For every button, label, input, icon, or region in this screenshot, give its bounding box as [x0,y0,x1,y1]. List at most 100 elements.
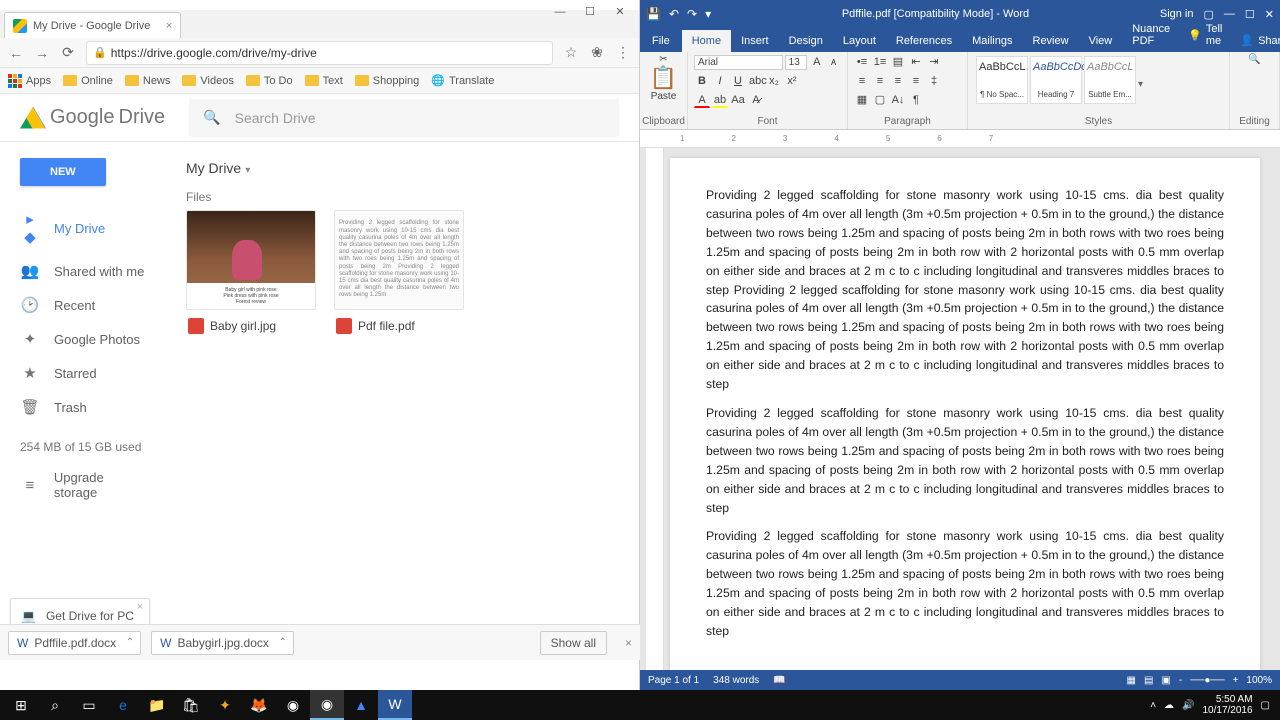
search-icon[interactable]: ⌕ [38,690,72,720]
clock[interactable]: 5:50 AM 10/17/2016 [1202,694,1252,716]
maximize-icon[interactable]: ☐ [575,2,605,22]
bookmark-translate[interactable]: 🌐Translate [431,74,494,87]
tab-insert[interactable]: Insert [731,30,779,52]
forward-icon[interactable]: → [34,45,50,61]
tab-layout[interactable]: Layout [833,30,886,52]
tab-close-icon[interactable]: × [166,20,172,32]
reload-icon[interactable]: ⟳ [60,44,76,61]
firefox-icon[interactable]: 🦊 [242,690,276,720]
bookmark-folder[interactable]: News [125,75,171,87]
start-button[interactable]: ⊞ [4,690,38,720]
sidebar-item-mydrive[interactable]: ▸ ◆My Drive [0,202,170,254]
grow-font-icon[interactable]: A [809,54,824,70]
onedrive-icon[interactable]: ☁ [1164,700,1174,711]
paste-button[interactable]: Paste [651,91,677,102]
save-icon[interactable]: 💾 [646,7,661,21]
download-item[interactable]: WPdffile.pdf.docx⌃ [8,631,141,655]
web-layout-icon[interactable]: ▣ [1161,675,1170,686]
breadcrumb[interactable]: My Drive▾ [186,154,623,190]
back-icon[interactable]: ← [8,45,24,61]
read-mode-icon[interactable]: ▦ [1126,675,1135,686]
find-icon[interactable]: 🔍 [1248,54,1260,65]
file-item[interactable]: Baby girl with pink rosePink dress with … [186,210,316,342]
new-button[interactable]: NEW [20,158,106,186]
multilevel-icon[interactable]: ▤ [890,54,906,70]
tab-nuance[interactable]: Nuance PDF [1122,18,1180,52]
clear-format-icon[interactable]: A̷ [748,92,764,108]
share-button[interactable]: 👤Share [1230,29,1280,52]
italic-button[interactable]: I [712,73,728,89]
shrink-font-icon[interactable]: ᴀ [826,54,841,70]
increase-indent-icon[interactable]: ⇥ [926,54,942,70]
align-center-icon[interactable]: ≡ [872,73,888,89]
page-status[interactable]: Page 1 of 1 [648,675,699,686]
justify-icon[interactable]: ≡ [908,73,924,89]
drive-logo[interactable]: Google Drive [20,106,165,129]
url-input[interactable]: 🔒 https://drive.google.com/drive/my-driv… [86,41,553,65]
sidebar-item-starred[interactable]: ★Starred [0,356,170,390]
volume-icon[interactable]: 🔊 [1182,700,1194,711]
styles-more-icon[interactable]: ▾ [1138,79,1143,90]
apps-button[interactable]: Apps [8,74,51,88]
font-size-select[interactable]: 13 [785,55,808,70]
paste-icon[interactable]: 📋 [650,65,677,90]
horizontal-ruler[interactable]: 1234567 [640,130,1280,148]
app-icon[interactable]: ✦ [208,690,242,720]
show-marks-icon[interactable]: ¶ [908,92,924,108]
sidebar-item-shared[interactable]: 👥Shared with me [0,254,170,288]
spellcheck-icon[interactable]: 📖 [773,675,785,686]
zoom-level[interactable]: 100% [1246,675,1272,686]
tab-view[interactable]: View [1079,30,1123,52]
sidebar-item-trash[interactable]: 🗑Trash [0,390,170,424]
subscript-button[interactable]: x₂ [766,73,782,89]
chrome-icon[interactable]: ◉ [310,690,344,720]
font-name-select[interactable]: Arial [694,55,783,70]
close-icon[interactable]: × [625,636,632,650]
cut-icon[interactable]: ✂ [659,54,667,65]
maximize-icon[interactable]: ☐ [1245,8,1255,21]
tell-me-input[interactable]: 💡Tell me [1180,18,1230,52]
notifications-icon[interactable]: ▢ [1261,700,1270,711]
chevron-up-icon[interactable]: ⌃ [279,637,287,648]
close-icon[interactable]: ✕ [605,2,635,22]
close-icon[interactable]: ✕ [1265,8,1274,21]
app-icon[interactable]: ▲ [344,690,378,720]
word-icon[interactable]: W [378,690,412,720]
zoom-slider[interactable]: ──●── [1190,675,1224,686]
tab-review[interactable]: Review [1023,30,1079,52]
minimize-icon[interactable]: — [545,2,575,22]
edge-icon[interactable]: e [106,690,140,720]
style-option[interactable]: AaBbCcLSubtle Em... [1084,56,1136,104]
superscript-button[interactable]: x² [784,73,800,89]
sidebar-item-recent[interactable]: 🕑Recent [0,288,170,322]
bookmark-folder[interactable]: To Do [246,75,293,87]
undo-icon[interactable]: ↶ [669,7,679,21]
store-icon[interactable]: 🛍 [174,690,208,720]
numbering-icon[interactable]: 1≡ [872,54,888,70]
underline-button[interactable]: U [730,73,746,89]
tab-file[interactable]: File [640,30,682,52]
chevron-up-icon[interactable]: ⌃ [126,637,134,648]
style-option[interactable]: AaBbCcL¶ No Spac... [976,56,1028,104]
explorer-icon[interactable]: 📁 [140,690,174,720]
close-icon[interactable]: × [137,601,143,613]
bullets-icon[interactable]: •≡ [854,54,870,70]
style-option[interactable]: AaBbCcDcHeading 7 [1030,56,1082,104]
tab-design[interactable]: Design [779,30,833,52]
download-item[interactable]: WBabygirl.jpg.docx⌃ [151,631,294,655]
tab-references[interactable]: References [886,30,962,52]
tab-mailings[interactable]: Mailings [962,30,1022,52]
file-item[interactable]: Providing 2 legged scaffolding for stone… [334,210,464,342]
tray-up-icon[interactable]: ˄ [1150,700,1156,711]
vertical-ruler[interactable] [646,148,664,670]
strike-button[interactable]: abc [748,73,764,89]
bookmark-folder[interactable]: Videos [182,75,233,87]
shading-icon[interactable]: ▦ [854,92,870,108]
bold-button[interactable]: B [694,73,710,89]
bookmark-folder[interactable]: Online [63,75,113,87]
extension-icon[interactable]: ❀ [589,44,605,61]
decrease-indent-icon[interactable]: ⇤ [908,54,924,70]
browser-tab[interactable]: My Drive - Google Drive × [4,12,181,38]
text-color-icon[interactable]: A [694,92,710,108]
line-spacing-icon[interactable]: ‡ [926,73,942,89]
